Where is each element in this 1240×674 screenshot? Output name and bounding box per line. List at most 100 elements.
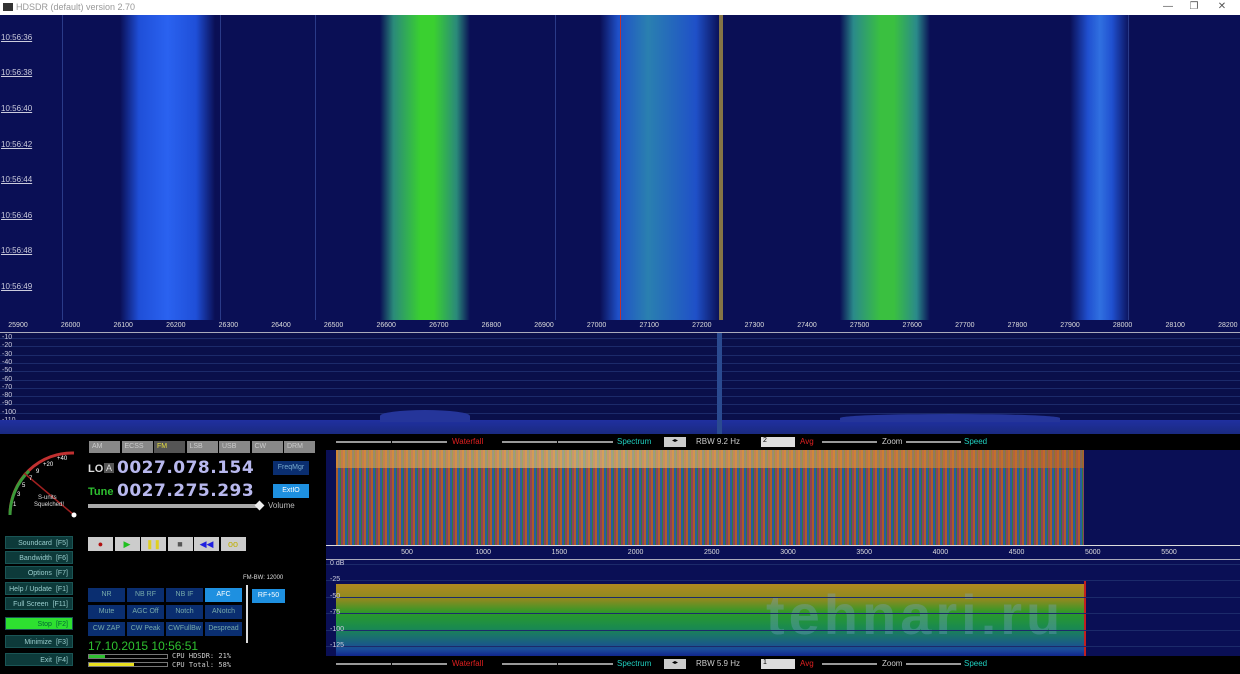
fkey-label: Soundcard <box>18 540 52 547</box>
audio-db-label: -75 <box>330 609 341 617</box>
frequency-tick: 28200 <box>1218 322 1238 329</box>
audio-frequency-tick: 3500 <box>856 549 872 556</box>
fkey-button-soundcard[interactable]: Soundcard [F5] <box>5 536 73 549</box>
cpu-hdsdr-bar <box>88 654 168 659</box>
rf-gain-button[interactable]: RF+50 <box>252 589 285 603</box>
fkey-shortcut: [F3] <box>55 639 68 646</box>
audio-frequency-tick: 4500 <box>1008 549 1025 556</box>
avg-select[interactable]: 2 <box>761 437 795 447</box>
dsp-button-cw-peak[interactable]: CW Peak <box>127 622 164 636</box>
extio-button[interactable]: ExtIO <box>273 484 309 498</box>
gridline <box>0 338 1240 339</box>
dsp-button-agc-off[interactable]: AGC Off <box>127 605 164 619</box>
mode-button-cw[interactable]: CW <box>251 441 283 453</box>
fkey-button-full-screen[interactable]: Full Screen [F11] <box>5 597 73 610</box>
mode-button-am[interactable]: AM <box>89 441 120 453</box>
mode-button-drm[interactable]: DRM <box>284 441 315 453</box>
dsp-button-afc[interactable]: AFC <box>205 588 242 602</box>
spectrum-slider[interactable] <box>502 663 557 665</box>
transport-stop-button[interactable]: ■ <box>167 537 193 551</box>
mode-button-fm[interactable]: FM <box>154 441 185 453</box>
zoom-slider[interactable] <box>822 663 877 665</box>
waterfall-slider[interactable] <box>336 441 391 443</box>
time-label: 10:56:42 <box>1 140 33 149</box>
spectrum-slider[interactable] <box>502 441 557 443</box>
gridline <box>326 646 1240 647</box>
spectrum-slider[interactable] <box>558 441 613 443</box>
dsp-button-anotch[interactable]: ANotch <box>205 605 242 619</box>
gridline <box>0 379 1240 381</box>
dsp-button-nr[interactable]: NR <box>88 588 125 602</box>
audio-spectrum[interactable]: tehnari.ru 0 dB -25 -50 -75 -100 -125 <box>326 560 1240 657</box>
transport-rewind-button[interactable]: ◀◀ <box>194 537 219 551</box>
smeter-label: +40 <box>57 456 68 462</box>
lo-frequency[interactable]: 0027.078.154 <box>117 458 254 478</box>
fkey-button-options[interactable]: Options [F7] <box>5 566 73 579</box>
frequency-tick: 26400 <box>271 322 291 329</box>
fkey-label: Options <box>27 570 52 577</box>
tune-marker[interactable] <box>717 333 722 434</box>
db-label: -40 <box>2 358 13 366</box>
tune-label: Tune <box>88 486 114 498</box>
audio-frequency-axis[interactable]: 500 1000 1500 2000 2500 3000 3500 4000 4500 5000 5… <box>326 545 1240 560</box>
audio-db-label: 0 dB <box>330 560 345 567</box>
smeter-label: 1 <box>13 502 17 508</box>
maximize-button[interactable]: ❐ <box>1184 1 1204 12</box>
dsp-button-notch[interactable]: Notch <box>166 605 203 619</box>
rf-spectrum[interactable]: -10-20-30-40-50-60-70-80-90-100-110-120 <box>0 333 1240 434</box>
transport-loop-button[interactable]: oo <box>220 537 246 551</box>
zoom-slider[interactable] <box>822 441 877 443</box>
mode-button-ecss[interactable]: ECSS <box>121 441 153 453</box>
antenna-select[interactable]: A <box>104 463 115 473</box>
tune-frequency[interactable]: 0027.275.293 <box>117 481 254 501</box>
waterfall-slider[interactable] <box>392 663 447 665</box>
speed-label: Speed <box>964 659 988 668</box>
audio-waterfall[interactable] <box>326 450 1240 545</box>
dsp-button-nb-if[interactable]: NB IF <box>166 588 203 602</box>
spectrum-stepper[interactable]: ◂▸ <box>664 437 686 447</box>
dsp-button-cwfullbw[interactable]: CWFullBw <box>166 622 203 636</box>
fkey-button-help-update[interactable]: Help / Update [F1] <box>5 582 73 595</box>
transport-pause-button[interactable]: ❚❚ <box>141 537 166 551</box>
fkey-shortcut: [F11] <box>52 601 68 608</box>
freqmgr-button[interactable]: FreqMgr <box>273 461 309 475</box>
fkey-button-exit[interactable]: Exit [F4] <box>5 653 73 666</box>
frequency-tick: 26800 <box>481 322 502 329</box>
volume-label: Volume <box>268 501 295 510</box>
transport-play-button[interactable]: ▶ <box>114 537 140 551</box>
cpu-total-bar <box>88 662 168 667</box>
dsp-button-despread[interactable]: Despread <box>205 622 242 636</box>
volume-handle[interactable] <box>254 500 265 511</box>
mode-button-usb[interactable]: USB <box>219 441 250 453</box>
close-button[interactable]: ✕ <box>1212 1 1232 12</box>
rf-waterfall[interactable]: 10:56:36 10:56:38 10:56:40 10:56:42 10:56:44… <box>0 15 1240 320</box>
datetime: 17.10.2015 10:56:51 <box>88 639 199 653</box>
fkey-button-minimize[interactable]: Minimize [F3] <box>5 635 73 648</box>
speed-slider[interactable] <box>906 441 961 443</box>
waterfall-slider[interactable] <box>336 663 391 665</box>
spectrum-stepper[interactable]: ◂▸ <box>664 659 686 669</box>
waterfall-slider[interactable] <box>392 441 447 443</box>
lo-label: LO <box>88 463 104 475</box>
frequency-axis[interactable]: 25900 26000 26100 26200 26300 26400 26500 26600… <box>0 320 1240 333</box>
volume-slider[interactable] <box>88 504 260 508</box>
fkey-button-bandwidth[interactable]: Bandwidth [F6] <box>5 551 73 564</box>
s-meter <box>8 451 77 518</box>
transport-record-button[interactable]: ● <box>88 537 113 551</box>
dsp-button-nb-rf[interactable]: NB RF <box>127 588 164 602</box>
speed-slider[interactable] <box>906 663 961 665</box>
fm-bw-slider[interactable] <box>246 585 248 643</box>
dsp-button-cw-zap[interactable]: CW ZAP <box>88 622 125 636</box>
audio-frequency-tick: 500 <box>401 549 413 556</box>
minimize-button[interactable]: — <box>1158 1 1178 12</box>
mode-button-lsb[interactable]: LSB <box>186 441 218 453</box>
spectrum-slider[interactable] <box>558 663 613 665</box>
avg-select[interactable]: 1 <box>761 659 795 669</box>
gridline <box>0 387 1240 389</box>
frequency-tick: 27700 <box>955 322 975 329</box>
fkey-button-stop[interactable]: Stop [F2] <box>5 617 73 630</box>
gridline <box>326 580 1240 582</box>
fkey-label: Bandwidth <box>19 555 52 562</box>
db-label: -80 <box>2 392 13 400</box>
dsp-button-mute[interactable]: Mute <box>88 605 125 619</box>
